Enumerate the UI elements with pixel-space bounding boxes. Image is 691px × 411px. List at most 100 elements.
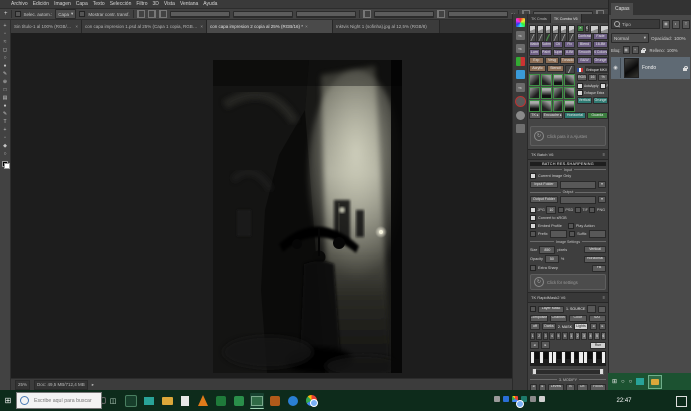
composite-button[interactable]: Composite bbox=[530, 315, 548, 322]
record-panel-icon[interactable] bbox=[515, 96, 526, 107]
combo-button[interactable]: Grunge bbox=[593, 57, 608, 64]
chevron-left-icon[interactable]: ◂ bbox=[590, 323, 597, 330]
combo-button[interactable]: Fade bbox=[593, 33, 608, 40]
start-button[interactable]: ⊞ bbox=[0, 390, 16, 411]
layer-mask-button[interactable]: Layer Mask bbox=[538, 306, 564, 313]
tk-batch-header[interactable]: TK Batch V6≡ bbox=[528, 149, 608, 160]
prefix-checkbox[interactable] bbox=[530, 231, 536, 237]
properties-panel-icon[interactable] bbox=[516, 124, 525, 133]
encuadre-button[interactable]: Encuadre ▸ bbox=[542, 112, 563, 119]
tray-volume-icon[interactable] bbox=[530, 396, 536, 402]
autoapply-checkbox[interactable] bbox=[577, 83, 583, 89]
mask-thumb[interactable] bbox=[564, 87, 575, 99]
darks-button[interactable]: Darks bbox=[542, 323, 556, 330]
healing-tool-icon[interactable]: ● bbox=[3, 63, 6, 69]
gradient-tool-icon[interactable]: ▤ bbox=[3, 95, 8, 101]
tif-checkbox[interactable] bbox=[575, 207, 581, 213]
mask-thumb[interactable] bbox=[529, 87, 540, 99]
dodge-tool-icon[interactable]: ● bbox=[3, 103, 6, 109]
color-wheel-icon[interactable] bbox=[516, 18, 525, 27]
app-icon-store[interactable] bbox=[124, 393, 138, 408]
document-tab[interactable]: Inktvis Night 1 (sofinha).jpg al 12,5% (… bbox=[333, 20, 440, 33]
rgb-button[interactable]: RGB bbox=[577, 74, 587, 81]
source-slider[interactable] bbox=[587, 305, 596, 313]
suffix-field[interactable] bbox=[589, 230, 606, 238]
tab-tk-cmds[interactable]: TK Cmds bbox=[528, 14, 551, 23]
app-icon-folder-active[interactable] bbox=[250, 393, 264, 409]
menu-ayuda[interactable]: Ayuda bbox=[203, 1, 217, 7]
layer-filter-search[interactable]: Tipo bbox=[611, 19, 660, 29]
zone-button[interactable]: 3 bbox=[543, 332, 548, 340]
combo-button[interactable]: Fix bbox=[564, 41, 575, 48]
brush-tool-icon[interactable]: ✎ bbox=[3, 71, 7, 77]
menu-archivo[interactable]: Archivo bbox=[11, 1, 28, 7]
tk-panel-icon[interactable]: TK bbox=[516, 83, 525, 92]
distribute-icon[interactable] bbox=[437, 10, 445, 18]
menu-filtro[interactable]: Filtro bbox=[136, 1, 147, 7]
combo-button[interactable]: Super bbox=[553, 49, 564, 56]
combo-button[interactable]: Exp bbox=[529, 57, 544, 64]
sat-button[interactable]: SAT bbox=[589, 315, 607, 322]
mask-thumb[interactable] bbox=[564, 100, 575, 112]
combo-button[interactable]: Blend bbox=[577, 41, 592, 48]
eyedropper-tool-icon[interactable]: ○ bbox=[3, 55, 6, 61]
horizontal-button[interactable]: Horizontal bbox=[584, 256, 606, 263]
menu-texto[interactable]: Texto bbox=[93, 1, 105, 7]
tray-arrow-icon[interactable] bbox=[494, 396, 500, 402]
png-checkbox[interactable] bbox=[589, 207, 595, 213]
zoom-tool-icon[interactable]: ○ bbox=[3, 151, 6, 157]
visibility-eye-icon[interactable]: ◉ bbox=[611, 58, 621, 78]
hand-tool-icon[interactable]: ◆ bbox=[3, 143, 7, 149]
grunge-button[interactable]: Grunge bbox=[593, 97, 608, 104]
paint-icon[interactable] bbox=[565, 65, 575, 74]
zoom-level[interactable]: 25% bbox=[15, 380, 30, 390]
close-doc-button[interactable]: ✕ bbox=[577, 25, 584, 32]
enfoque-extra-checkbox[interactable] bbox=[577, 90, 583, 96]
zone-button[interactable]: 2 bbox=[536, 332, 541, 340]
mask-thumb[interactable] bbox=[541, 74, 552, 86]
zone-button[interactable]: 1 bbox=[530, 332, 535, 340]
embed-profile-checkbox[interactable] bbox=[530, 223, 536, 229]
zone-button[interactable]: 5 bbox=[556, 332, 561, 340]
combo-button[interactable]: 4 Colors bbox=[593, 49, 608, 56]
menu-edicion[interactable]: Edición bbox=[33, 1, 49, 7]
lock-position-icon[interactable]: + bbox=[632, 46, 639, 54]
info-panel-icon[interactable] bbox=[516, 70, 525, 79]
auto-select-dropdown[interactable]: Capa▾ bbox=[55, 9, 76, 19]
vertical-button[interactable]: Vertical bbox=[577, 97, 592, 104]
tk-rapidmask-header[interactable]: TK RapidMask2 V6≡ bbox=[528, 292, 608, 303]
combo-button[interactable]: 8-Bit bbox=[564, 49, 575, 56]
app-icon-document[interactable] bbox=[178, 393, 192, 408]
start-icon[interactable]: ⊞ bbox=[612, 378, 617, 385]
mask-thumb[interactable] bbox=[541, 100, 552, 112]
suffix-checkbox[interactable] bbox=[569, 231, 575, 237]
filter-type-icon[interactable]: T bbox=[682, 20, 690, 29]
menu-seleccion[interactable]: Selección bbox=[110, 1, 132, 7]
run-button[interactable]: Run bbox=[590, 342, 606, 349]
mask-thumb[interactable] bbox=[529, 74, 540, 86]
search-input[interactable] bbox=[32, 397, 98, 405]
opacity-value[interactable]: 100% bbox=[674, 36, 686, 41]
mask-thumb[interactable] bbox=[541, 87, 552, 99]
zone-button[interactable]: 6 bbox=[562, 332, 567, 340]
tab-tk-combo[interactable]: TK Combo V6 bbox=[551, 14, 582, 23]
eraser-tool-icon[interactable]: □ bbox=[3, 87, 6, 93]
mask-mode-checkbox[interactable] bbox=[530, 306, 536, 312]
stamp-tool-icon[interactable]: ⊕ bbox=[3, 79, 7, 85]
taskbar-clock[interactable]: 22:47 bbox=[600, 392, 648, 409]
folder-browse-icon[interactable]: ▾ bbox=[598, 196, 606, 203]
system-tray[interactable] bbox=[494, 396, 545, 402]
action-center-icon[interactable] bbox=[676, 396, 687, 407]
jpg-quality-field[interactable]: 10 bbox=[546, 206, 556, 214]
combo-button[interactable]: B&W bbox=[577, 57, 592, 64]
blend-mode-dropdown[interactable]: Normal▾ bbox=[611, 33, 649, 43]
search-circle-icon[interactable]: ○ bbox=[621, 379, 625, 385]
combo-message[interactable]: ↻ Click para ir a Ajustes bbox=[530, 126, 606, 146]
input-folder-button[interactable]: Input Folder bbox=[530, 181, 558, 188]
mask-thumb[interactable] bbox=[553, 74, 564, 86]
zone-minus[interactable]: ◂ bbox=[530, 341, 539, 349]
align-middle-icon[interactable] bbox=[233, 11, 293, 18]
extra-sharp-checkbox[interactable] bbox=[530, 265, 536, 271]
opacity-field[interactable]: 50 bbox=[545, 255, 559, 263]
align-bottom-icon[interactable] bbox=[296, 11, 356, 18]
